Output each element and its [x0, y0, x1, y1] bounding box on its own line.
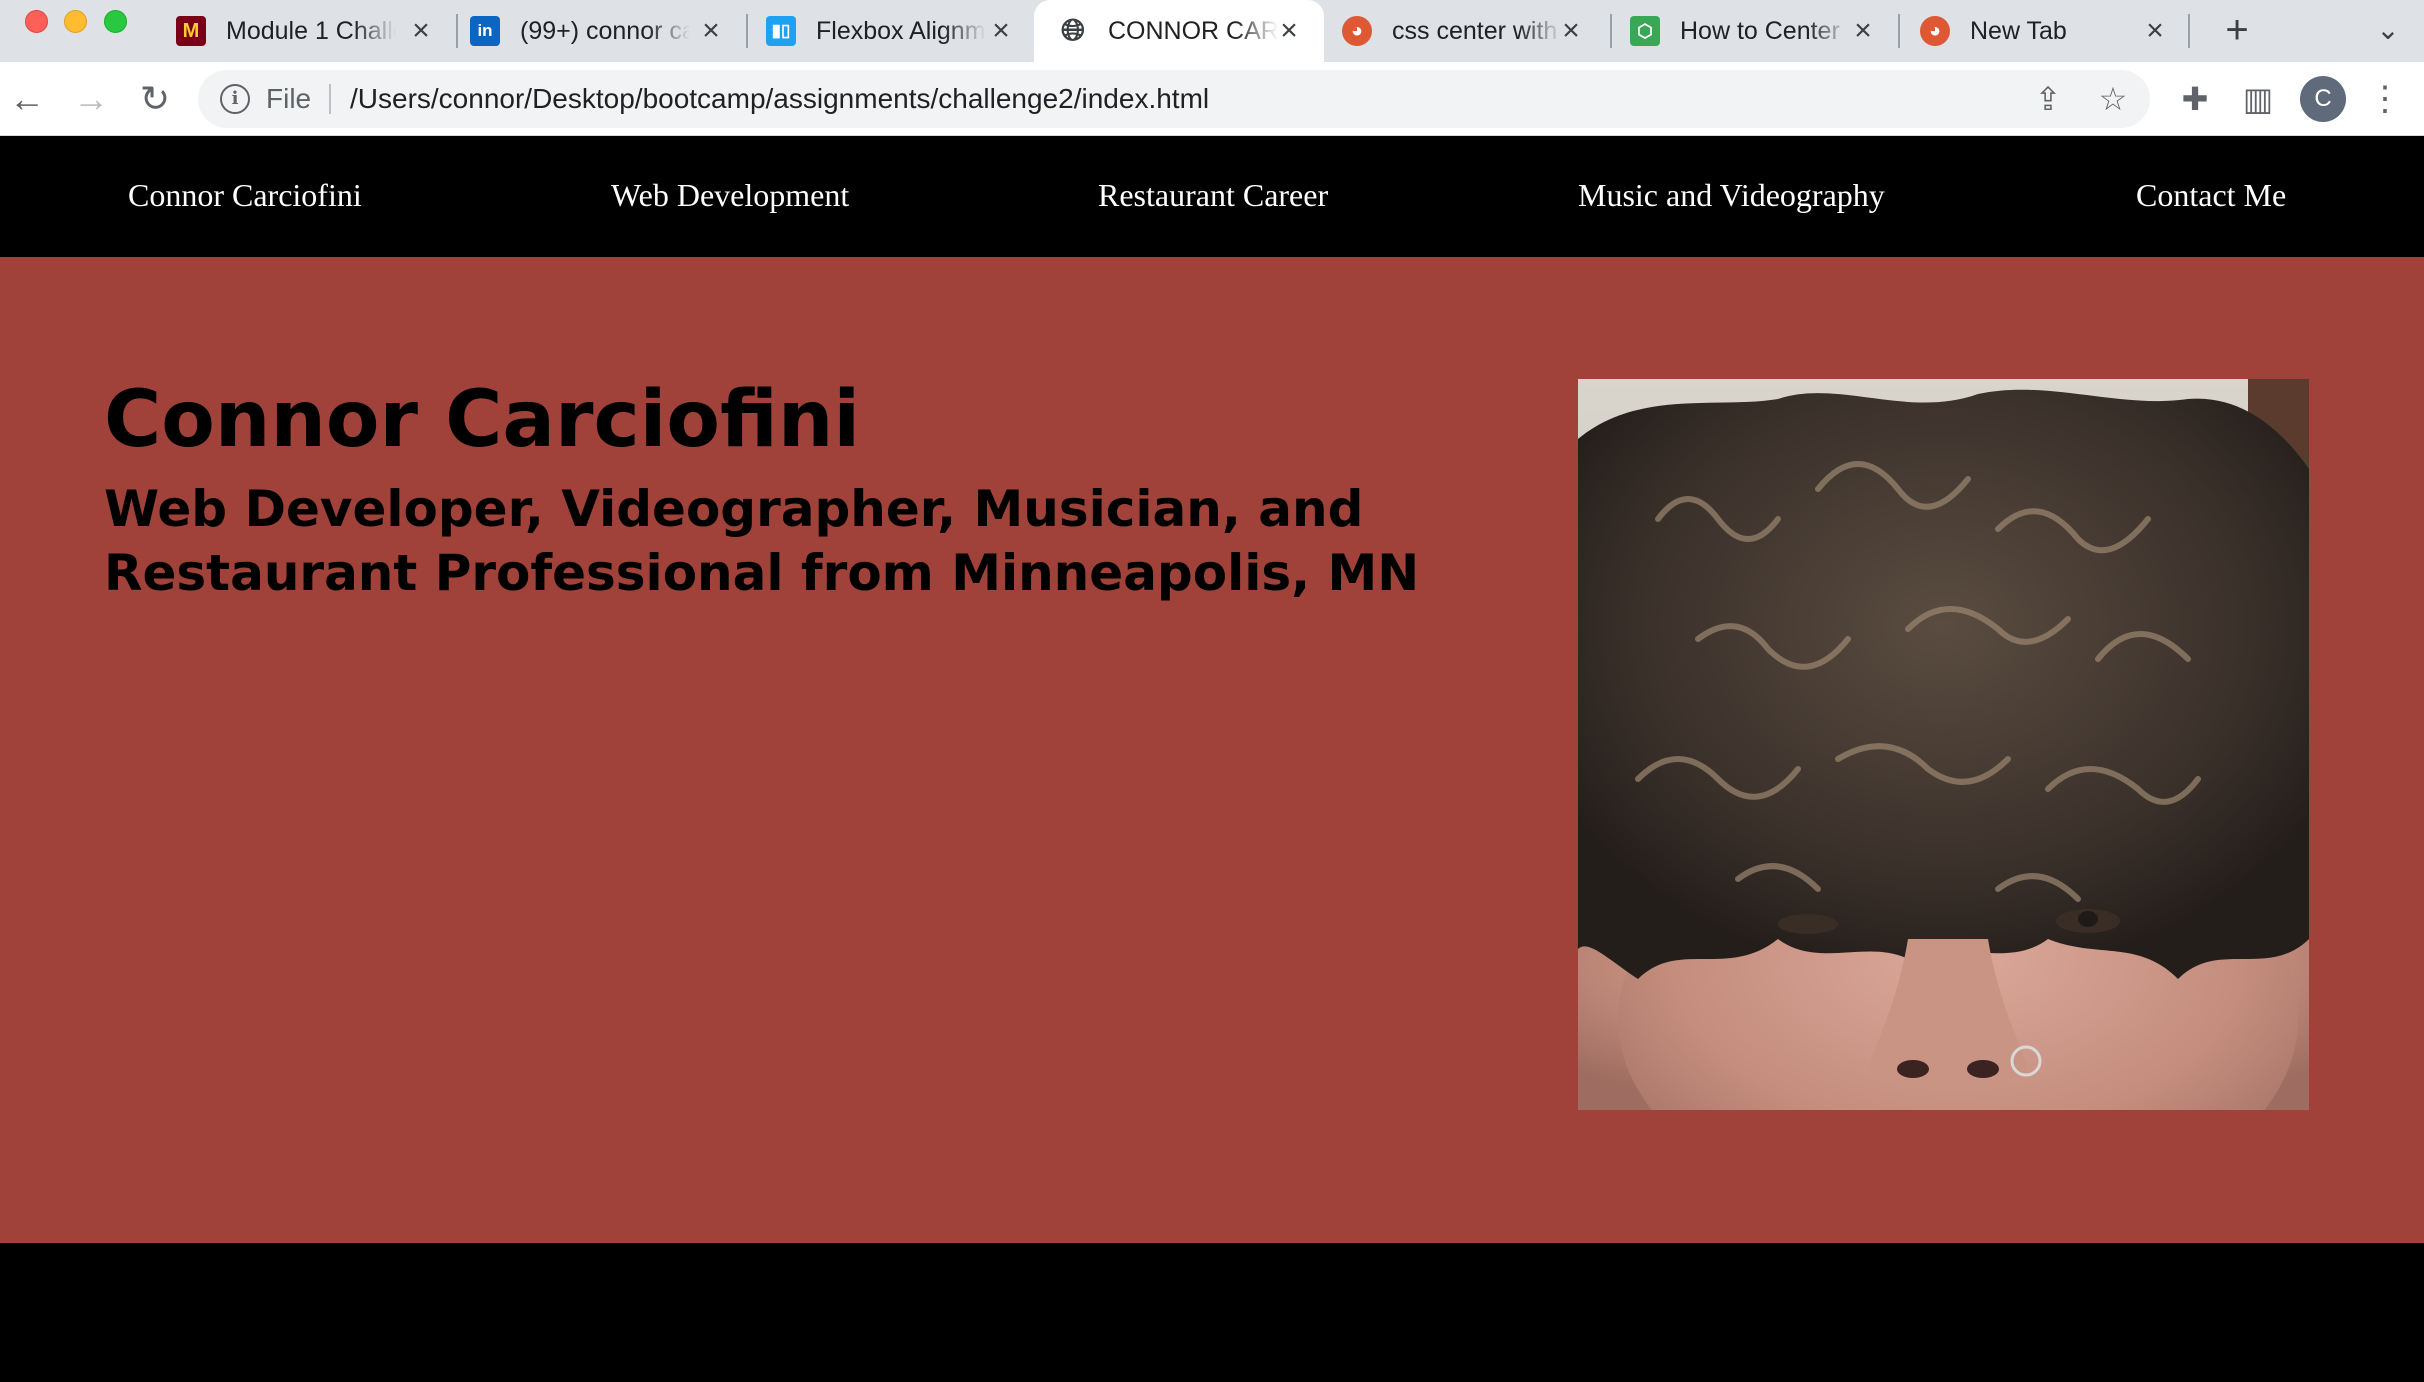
linkedin-icon: in [470, 16, 500, 46]
nav-link-restaurant-career[interactable]: Restaurant Career [1098, 177, 1328, 214]
tab-title: New Tab [1970, 16, 2067, 45]
browser-tab[interactable]: ⬡ How to Center × [1630, 0, 1898, 62]
address-url[interactable]: /Users/connor/Desktop/bootcamp/assignmen… [350, 83, 1209, 115]
hero-section: Connor Carciofini Web Developer, Videogr… [0, 257, 2424, 1243]
more-menu-icon[interactable]: ⋮ [2362, 76, 2408, 122]
browser-tab[interactable]: ◕ New Tab × [1920, 0, 2190, 62]
close-tab-icon[interactable]: × [696, 16, 726, 46]
reload-icon[interactable]: ↻ [130, 74, 180, 124]
address-divider [329, 84, 331, 114]
close-tab-icon[interactable]: × [1848, 16, 1878, 46]
duckduckgo-icon: ◕ [1342, 16, 1372, 46]
globe-icon: 🌐︎ [1061, 14, 1085, 47]
tab-separator [746, 14, 748, 48]
profile-photo [1578, 379, 2309, 1110]
info-icon[interactable]: i [220, 84, 250, 114]
address-scheme-label: File [266, 83, 312, 114]
forward-arrow-icon[interactable]: → [66, 74, 116, 124]
close-tab-icon[interactable]: × [1556, 16, 1586, 46]
tab-title: Module 1 Challenge [226, 16, 396, 45]
tab-separator [1898, 14, 1900, 48]
browser-toolbar: ← → ↻ i File /Users/connor/Desktop/bootc… [0, 62, 2424, 136]
back-arrow-icon[interactable]: ← [2, 74, 52, 124]
new-tab-icon[interactable]: + [2214, 8, 2260, 54]
duckduckgo-icon: ◕ [1920, 16, 1950, 46]
share-icon[interactable]: ⇪ [2029, 80, 2067, 118]
chevron-down-icon[interactable]: ⌄ [2370, 12, 2406, 48]
nav-link-contact[interactable]: Contact Me [2136, 177, 2286, 214]
nav-link-web-development[interactable]: Web Development [611, 177, 849, 214]
tab-title: Flexbox Alignment [816, 16, 986, 45]
profile-avatar[interactable]: C [2300, 76, 2346, 122]
tab-separator [1610, 14, 1612, 48]
tab-title: css center with flexbox [1392, 16, 1562, 45]
nav-link-home[interactable]: Connor Carciofini [128, 177, 362, 214]
tab-title: (99+) connor carciofini [520, 16, 690, 45]
university-m-icon: M [176, 16, 206, 46]
site-footer [0, 1243, 2424, 1382]
extensions-puzzle-icon[interactable]: ✚ [2172, 76, 2218, 122]
browser-tab[interactable]: in (99+) connor carciofini × [470, 0, 746, 62]
nav-link-music-videography[interactable]: Music and Videography [1578, 177, 1885, 214]
tab-separator [456, 14, 458, 48]
bookmark-star-icon[interactable]: ☆ [2094, 80, 2132, 118]
site-navigation: Connor Carciofini Web Development Restau… [0, 137, 2424, 257]
close-tab-icon[interactable]: × [406, 16, 436, 46]
close-tab-icon[interactable]: × [1274, 16, 1304, 46]
browser-tabstrip: M Module 1 Challenge × in (99+) connor c… [0, 0, 2424, 62]
hexagon-icon: ⬡ [1630, 16, 1660, 46]
tab-separator [2188, 14, 2190, 48]
close-tab-icon[interactable]: × [986, 16, 1016, 46]
tab-title: How to Center [1680, 16, 1840, 45]
address-bar[interactable]: i File /Users/connor/Desktop/bootcamp/as… [198, 70, 2150, 128]
tab-title: CONNOR CARCIOFINI [1108, 16, 1278, 45]
side-panel-icon[interactable]: ▥ [2235, 76, 2281, 122]
close-tab-icon[interactable]: × [2140, 16, 2170, 46]
page-title: Connor Carciofini [104, 375, 861, 465]
browser-tab[interactable]: M Module 1 Challenge × [176, 0, 456, 62]
browser-tab-active[interactable]: 🌐︎ CONNOR CARCIOFINI × [1034, 0, 1324, 62]
hero-tagline: Web Developer, Videographer, Musician, a… [104, 480, 1420, 602]
maximize-window-button[interactable] [104, 10, 127, 33]
browser-tab[interactable]: ▮▯ Flexbox Alignment × [766, 0, 1036, 62]
flexbox-icon: ▮▯ [766, 16, 796, 46]
close-window-button[interactable] [25, 10, 48, 33]
browser-tab[interactable]: ◕ css center with flexbox × [1342, 0, 1606, 62]
minimize-window-button[interactable] [64, 10, 87, 33]
